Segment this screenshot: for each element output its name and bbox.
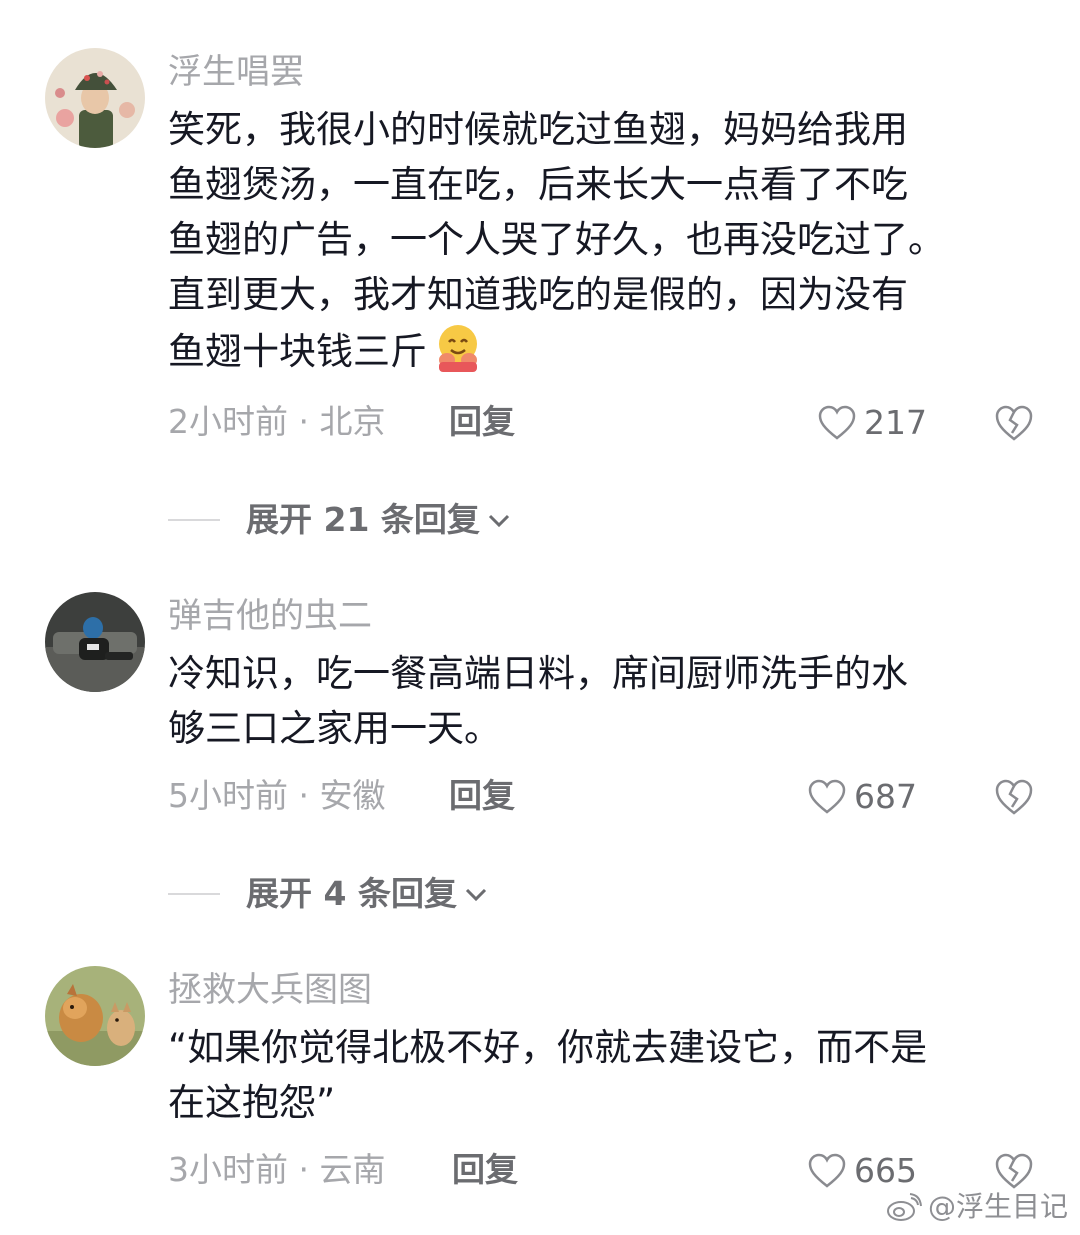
comment-meta: 5小时前 · 安徽 bbox=[168, 776, 386, 815]
dog-and-cat-avatar-image bbox=[45, 966, 145, 1066]
like-button[interactable]: 687 bbox=[808, 775, 917, 819]
comment-text-line: 在这抱怨” bbox=[168, 1081, 336, 1124]
expand-replies-button[interactable]: 展开 4 条回复 bbox=[168, 872, 489, 916]
expand-replies-label: 展开 4 条回复 bbox=[246, 874, 457, 913]
broken-heart-icon[interactable] bbox=[994, 1151, 1034, 1191]
hugging-face-icon bbox=[439, 325, 477, 372]
divider-line bbox=[168, 893, 220, 895]
comment-text-line-last: 鱼翅十块钱三斤 bbox=[168, 322, 1028, 379]
reply-button[interactable]: 回复 bbox=[449, 774, 515, 818]
divider-line bbox=[168, 519, 220, 521]
expand-replies-label: 展开 21 条回复 bbox=[246, 500, 480, 539]
weibo-icon bbox=[886, 1193, 922, 1221]
broken-heart-icon[interactable] bbox=[994, 777, 1034, 817]
comment-text-line: 直到更大，我才知道我吃的是假的，因为没有 bbox=[168, 273, 908, 316]
heart-icon bbox=[808, 779, 846, 814]
comment-meta: 2小时前 · 北京 bbox=[168, 402, 386, 441]
comment-text: 冷知识，吃一餐高端日料，席间厨师洗手的水 够三口之家用一天。 bbox=[168, 646, 1028, 756]
person-on-sofa-avatar-image bbox=[45, 592, 145, 692]
like-count: 217 bbox=[864, 403, 927, 442]
comment-text-line: 够三口之家用一天。 bbox=[168, 707, 501, 750]
avatar[interactable] bbox=[45, 966, 145, 1066]
comment-text: 笑死，我很小的时候就吃过鱼翅，妈妈给我用 鱼翅煲汤，一直在吃，后来长大一点看了不… bbox=[168, 102, 1028, 379]
avatar[interactable] bbox=[45, 48, 145, 148]
comment-text-line: 鱼翅的广告，一个人哭了好久，也再没吃过了。 bbox=[168, 218, 945, 261]
comment-item: 弹吉他的虫二 冷知识，吃一餐高端日料，席间厨师洗手的水 够三口之家用一天。 5小… bbox=[0, 560, 1080, 940]
reply-button[interactable]: 回复 bbox=[449, 400, 515, 444]
comment-text-line: 冷知识，吃一餐高端日料，席间厨师洗手的水 bbox=[168, 652, 908, 695]
like-button[interactable]: 217 bbox=[818, 401, 927, 445]
watermark: @浮生目记 bbox=[886, 1189, 1068, 1225]
watermark-text: @浮生目记 bbox=[927, 1190, 1068, 1223]
username[interactable]: 浮生唱罢 bbox=[168, 50, 304, 94]
comment-item: 浮生唱罢 笑死，我很小的时候就吃过鱼翅，妈妈给我用 鱼翅煲汤，一直在吃，后来长大… bbox=[0, 0, 1080, 560]
like-count: 665 bbox=[854, 1151, 917, 1190]
comment-meta: 3小时前 · 云南 bbox=[168, 1150, 386, 1189]
username[interactable]: 拯救大兵图图 bbox=[168, 968, 372, 1012]
comment-text: “如果你觉得北极不好，你就去建设它，而不是 在这抱怨” bbox=[168, 1020, 1028, 1130]
username[interactable]: 弹吉他的虫二 bbox=[168, 594, 372, 638]
comment-text-line: “如果你觉得北极不好，你就去建设它，而不是 bbox=[168, 1026, 928, 1069]
comment-text-line: 鱼翅煲汤，一直在吃，后来长大一点看了不吃 bbox=[168, 163, 908, 206]
broken-heart-icon[interactable] bbox=[994, 403, 1034, 443]
heart-icon bbox=[818, 405, 856, 440]
comment-text-line: 笑死，我很小的时候就吃过鱼翅，妈妈给我用 bbox=[168, 108, 908, 151]
reply-button[interactable]: 回复 bbox=[452, 1148, 518, 1192]
chevron-down-icon bbox=[465, 888, 487, 902]
avatar[interactable] bbox=[45, 592, 145, 692]
like-button[interactable]: 665 bbox=[808, 1149, 917, 1193]
child-soldier-avatar-image bbox=[45, 48, 145, 148]
comment-text-fragment: 鱼翅十块钱三斤 bbox=[168, 330, 427, 373]
expand-replies-button[interactable]: 展开 21 条回复 bbox=[168, 498, 512, 542]
like-count: 687 bbox=[854, 777, 917, 816]
heart-icon bbox=[808, 1153, 846, 1188]
chevron-down-icon bbox=[488, 514, 509, 528]
